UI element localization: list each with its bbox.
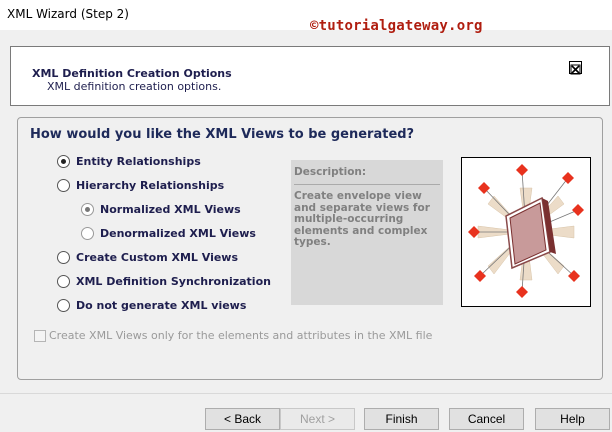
header-title: XML Definition Creation Options [32, 67, 232, 80]
radio-hierarchy-relationships[interactable]: Hierarchy Relationships [57, 179, 224, 192]
question-heading: How would you like the XML Views to be g… [30, 127, 415, 142]
radio-button[interactable] [57, 179, 70, 192]
cancel-button[interactable]: Cancel [449, 408, 524, 430]
description-title: Description: [294, 166, 367, 178]
radio-button[interactable] [81, 203, 94, 216]
close-box-icon[interactable] [569, 61, 582, 75]
xml-views-only-checkbox[interactable] [34, 329, 46, 342]
radio-label: Entity Relationships [76, 155, 201, 168]
radio-create-custom-xml-views[interactable]: Create Custom XML Views [57, 251, 238, 264]
radio-entity-relationships[interactable]: Entity Relationships [57, 155, 201, 168]
radio-label: Hierarchy Relationships [76, 179, 225, 192]
radio-normalized-xml-views[interactable]: Normalized XML Views [81, 203, 241, 216]
radio-button[interactable] [57, 299, 70, 312]
next-button[interactable]: Next > [280, 408, 355, 430]
title-bar: XML Wizard (Step 2) [0, 0, 612, 30]
radio-label: Normalized XML Views [100, 203, 241, 216]
radio-button[interactable] [57, 155, 70, 168]
radio-label: Create Custom XML Views [76, 251, 239, 264]
back-button[interactable]: < Back [205, 408, 280, 430]
radio-label: XML Definition Synchronization [76, 275, 271, 288]
header-subtitle: XML definition creation options. [47, 80, 222, 93]
radio-button[interactable] [81, 227, 94, 240]
radio-label: Do not generate XML views [76, 299, 247, 312]
header-panel: XML Definition Creation Options XML defi… [10, 46, 610, 106]
checkbox-label: Create XML Views only for the elements a… [49, 329, 433, 342]
footer-separator [0, 393, 612, 394]
radio-button[interactable] [57, 275, 70, 288]
radio-denormalized-xml-views[interactable]: Denormalized XML Views [81, 227, 256, 240]
description-divider [294, 184, 440, 185]
document-network-icon [461, 157, 591, 307]
description-text: Create envelope view and separate views … [294, 190, 430, 248]
watermark: ©tutorialgateway.org [310, 18, 483, 34]
close-x-glyph [570, 64, 581, 75]
description-box: Description: Create envelope view and se… [291, 160, 443, 305]
illustration-graphic [468, 164, 584, 298]
radio-label: Denormalized XML Views [100, 227, 256, 240]
radio-xml-definition-synchronization[interactable]: XML Definition Synchronization [57, 275, 271, 288]
radio-do-not-generate-xml-views[interactable]: Do not generate XML views [57, 299, 246, 312]
xml-views-only-checkbox-row[interactable]: Create XML Views only for the elements a… [34, 329, 432, 342]
help-button[interactable]: Help [535, 408, 610, 430]
window-title: XML Wizard (Step 2) [7, 7, 129, 21]
finish-button[interactable]: Finish [364, 408, 439, 430]
radio-button[interactable] [57, 251, 70, 264]
